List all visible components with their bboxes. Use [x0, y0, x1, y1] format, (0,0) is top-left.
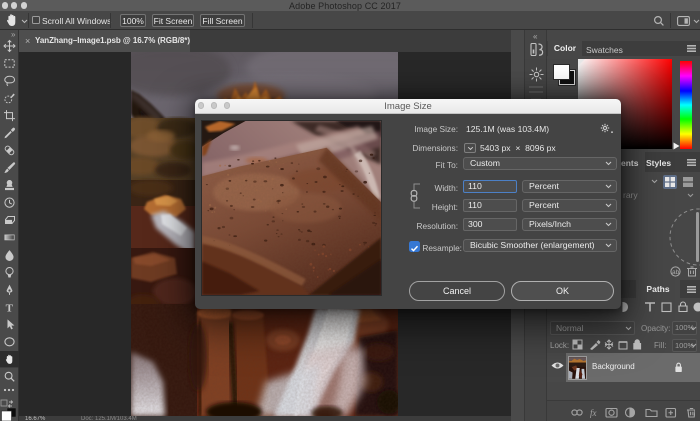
svg-text:ab: ab — [672, 269, 680, 276]
svg-text:»: » — [11, 30, 16, 39]
svg-text:T: T — [6, 302, 14, 314]
svg-text:fx: fx — [590, 408, 597, 418]
